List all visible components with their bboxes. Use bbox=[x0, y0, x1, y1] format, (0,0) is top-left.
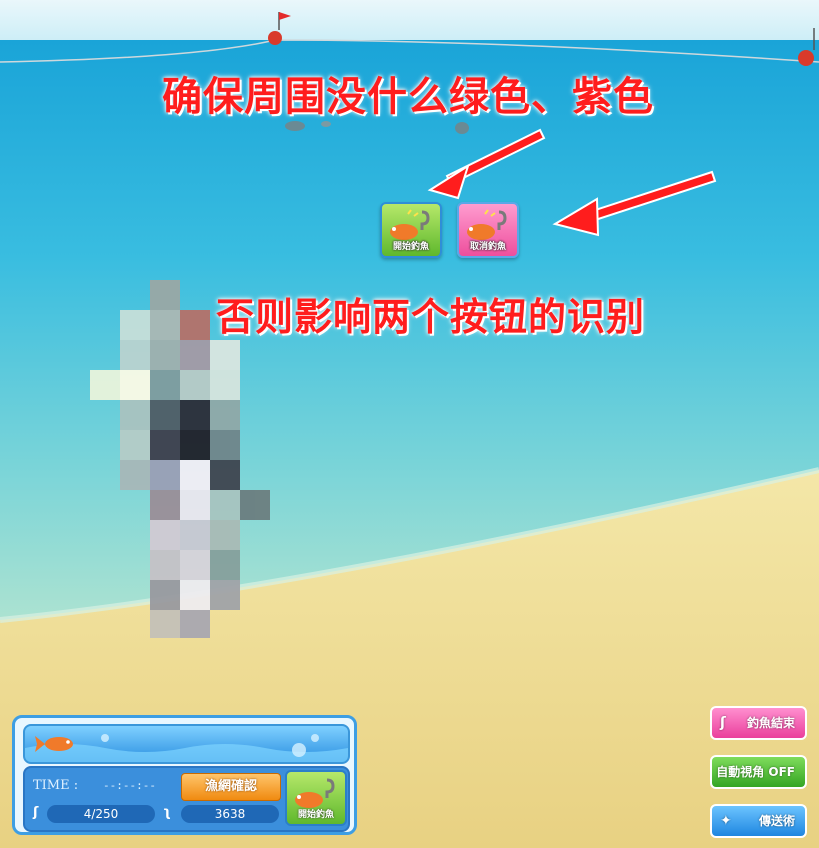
time-label: TIME : bbox=[33, 778, 79, 793]
cancel-fishing-label: 取消釣魚 bbox=[469, 242, 506, 252]
auto-view-toggle[interactable]: 自動視角 OFF bbox=[710, 755, 807, 789]
start-fishing-label: 開始釣魚 bbox=[392, 242, 429, 252]
annotation-top-note: 确保周围没什么绿色、紫色 bbox=[162, 74, 654, 120]
bait-count: 4/250 bbox=[47, 805, 155, 823]
koi-fish-icon bbox=[25, 734, 348, 762]
cancel-fishing-button[interactable]: 取消釣魚 bbox=[457, 202, 519, 258]
end-fishing-button[interactable]: ʃ 釣魚結束 bbox=[710, 706, 807, 740]
hook-icon: ʃ bbox=[720, 715, 726, 731]
fish-points: 3638 bbox=[181, 805, 279, 823]
panel-start-label: 開始釣魚 bbox=[297, 810, 334, 820]
person-teleport-icon: ✦ bbox=[720, 813, 732, 829]
time-value: --:--:-- bbox=[103, 779, 156, 792]
auto-view-label: 自動視角 OFF bbox=[716, 765, 795, 779]
end-fishing-label: 釣魚結束 bbox=[746, 716, 795, 730]
annotation-middle-note: 否则影响两个按钮的识别 bbox=[216, 295, 646, 339]
panel-start-fishing-button[interactable]: 開始釣魚 bbox=[285, 770, 347, 826]
fish-banner bbox=[23, 724, 350, 764]
teleport-label: 傳送術 bbox=[758, 814, 795, 828]
hook-icon: ʃ bbox=[33, 805, 39, 820]
teleport-button[interactable]: ✦ 傳送術 bbox=[710, 804, 807, 838]
start-fishing-button[interactable]: 開始釣魚 bbox=[380, 202, 442, 258]
fishing-status-panel: TIME : --:--:-- 漁網確認 ʃ 4/250 ʅ 3638 開始釣魚 bbox=[12, 715, 357, 835]
worm-icon: ʅ bbox=[163, 805, 171, 820]
net-check-button[interactable]: 漁網確認 bbox=[181, 773, 281, 801]
